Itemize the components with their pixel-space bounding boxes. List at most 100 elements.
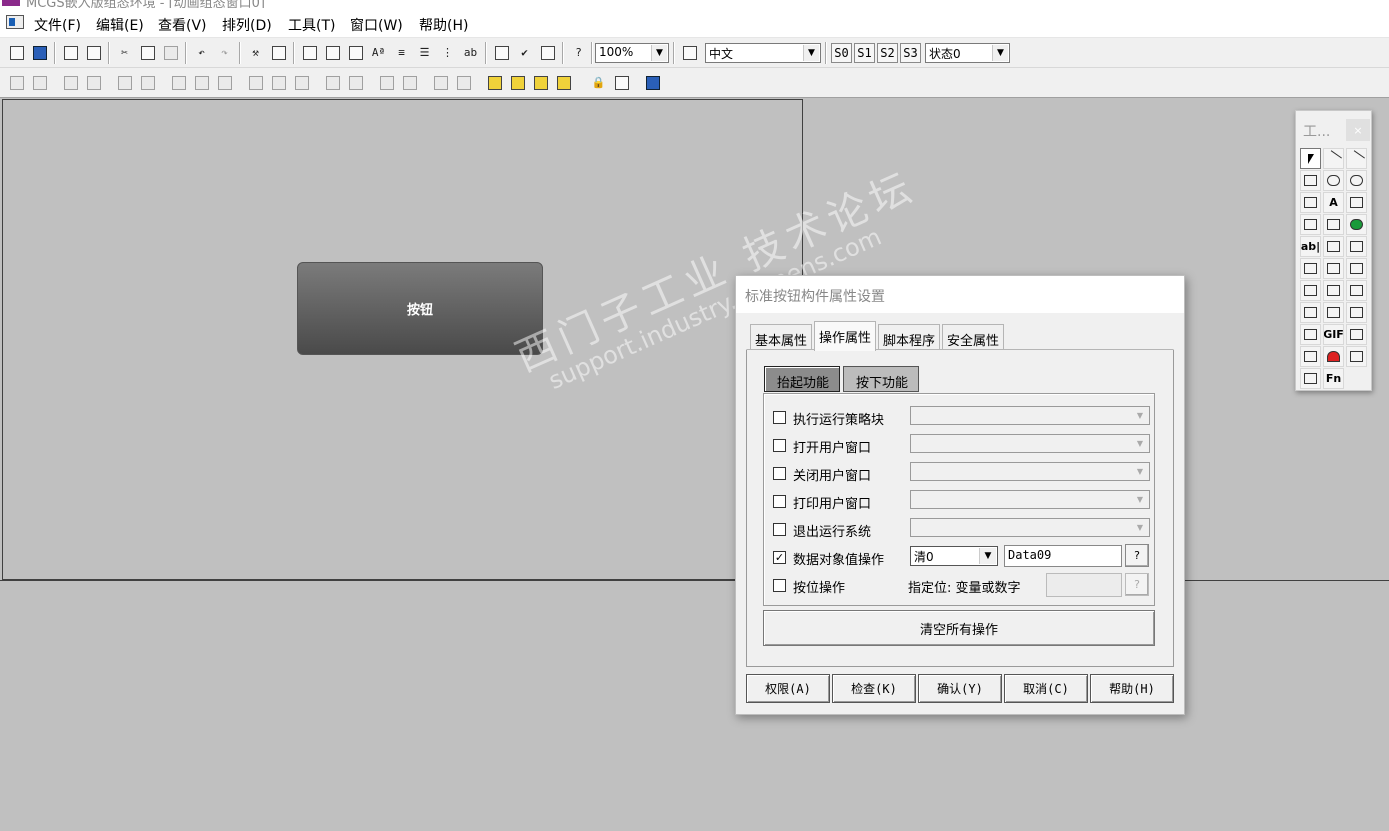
motion-icon[interactable] <box>1323 280 1344 301</box>
bit-target-browse-button[interactable]: ? <box>1125 573 1149 596</box>
data-object-browse-button[interactable]: ? <box>1125 544 1149 567</box>
animated-button-icon[interactable] <box>1346 236 1367 257</box>
check-icon[interactable]: ✔ <box>514 42 535 63</box>
chevron-down-icon[interactable]: ▼ <box>803 45 819 61</box>
spread-icon[interactable] <box>291 72 312 93</box>
rounded-rectangle-icon[interactable] <box>1323 170 1344 191</box>
alarm-view-icon[interactable] <box>1346 346 1367 367</box>
state-s0-button[interactable]: S0 <box>831 43 852 63</box>
checkbox-open-window[interactable] <box>773 439 786 452</box>
close-window-select[interactable]: ▼ <box>910 462 1150 481</box>
line-width-icon[interactable]: ☰ <box>414 42 435 63</box>
paste-icon[interactable] <box>160 42 181 63</box>
grid-arrange-icon[interactable] <box>642 72 663 93</box>
recipe-icon[interactable] <box>1300 368 1321 389</box>
copy-icon[interactable] <box>137 42 158 63</box>
data-object-input[interactable]: Data09 <box>1004 545 1122 567</box>
design-canvas[interactable]: 按钮 <box>2 99 803 580</box>
subtab-press-function[interactable]: 按下功能 <box>843 366 920 392</box>
function-icon[interactable]: Fn <box>1323 368 1344 389</box>
report-icon[interactable] <box>1300 324 1321 345</box>
align-left-icon[interactable] <box>6 72 27 93</box>
realtime-curve-icon[interactable] <box>1300 302 1321 323</box>
center-vertical-icon[interactable] <box>114 72 135 93</box>
input-box-icon[interactable]: ab| <box>1300 236 1321 257</box>
label-icon[interactable]: A <box>1323 192 1344 213</box>
rectangle-icon[interactable] <box>1300 170 1321 191</box>
data-operation-select[interactable]: 清0 ▼ <box>910 546 998 566</box>
group-icon[interactable] <box>430 72 451 93</box>
valve-icon[interactable] <box>1346 258 1367 279</box>
send-back-icon[interactable] <box>507 72 528 93</box>
same-size-icon[interactable] <box>168 72 189 93</box>
rotate-icon[interactable] <box>345 72 366 93</box>
bring-forward-icon[interactable] <box>530 72 551 93</box>
mirror-right-icon[interactable] <box>399 72 420 93</box>
checkbox-bit-op[interactable] <box>773 579 786 592</box>
permission-button[interactable]: 权限(A) <box>746 674 830 703</box>
menu-edit[interactable]: 编辑(E) <box>96 15 144 35</box>
checkbox-run-strategy[interactable] <box>773 411 786 424</box>
canvas-standard-button[interactable]: 按钮 <box>297 262 543 355</box>
group-icon[interactable] <box>1346 302 1367 323</box>
flow-block-icon[interactable] <box>1300 214 1321 235</box>
check-button[interactable]: 检查(K) <box>832 674 916 703</box>
help-button[interactable]: 帮助(H) <box>1090 674 1174 703</box>
menu-tools[interactable]: 工具(T) <box>288 15 335 35</box>
workspace-icon[interactable] <box>268 42 289 63</box>
checkbox-close-window[interactable] <box>773 467 786 480</box>
pointer-icon[interactable] <box>1300 148 1321 169</box>
open-window-select[interactable]: ▼ <box>910 434 1150 453</box>
text-style-icon[interactable]: ab <box>460 42 481 63</box>
standard-button-icon[interactable] <box>1323 236 1344 257</box>
state-s3-button[interactable]: S3 <box>900 43 921 63</box>
document-window-icon[interactable] <box>6 15 24 29</box>
flow-pipe-icon[interactable] <box>1323 214 1344 235</box>
help-icon[interactable]: ? <box>568 42 589 63</box>
font-color-icon[interactable] <box>345 42 366 63</box>
arc-icon[interactable] <box>1346 148 1367 169</box>
redo-icon[interactable]: ↷ <box>214 42 235 63</box>
new-window-icon[interactable] <box>6 42 27 63</box>
grid-icon[interactable]: ⋮ <box>437 42 458 63</box>
sort-icon[interactable] <box>537 42 558 63</box>
print-icon[interactable] <box>60 42 81 63</box>
color-fill-icon[interactable] <box>299 42 320 63</box>
language-icon[interactable] <box>679 42 700 63</box>
tab-security-properties[interactable]: 安全属性 <box>942 324 1005 350</box>
fill-object-icon[interactable] <box>611 72 632 93</box>
ungroup-icon[interactable] <box>453 72 474 93</box>
chevron-down-icon[interactable]: ▼ <box>651 45 667 61</box>
same-width-icon[interactable] <box>214 72 235 93</box>
state-s2-button[interactable]: S2 <box>877 43 898 63</box>
alarm-light-icon[interactable] <box>1323 346 1344 367</box>
pipe-corner-icon[interactable] <box>1300 258 1321 279</box>
picture-icon[interactable] <box>1346 324 1367 345</box>
confirm-button[interactable]: 确认(Y) <box>918 674 1002 703</box>
space-equal-icon[interactable] <box>245 72 266 93</box>
properties-icon[interactable] <box>491 42 512 63</box>
align-right-icon[interactable] <box>29 72 50 93</box>
qr-code-icon[interactable] <box>1300 346 1321 367</box>
state-s1-button[interactable]: S1 <box>854 43 875 63</box>
zoom-select[interactable]: 100% ▼ <box>595 43 669 63</box>
menu-window[interactable]: 窗口(W) <box>350 15 403 35</box>
same-height-icon[interactable] <box>191 72 212 93</box>
line-icon[interactable] <box>1323 148 1344 169</box>
undo-icon[interactable]: ↶ <box>191 42 212 63</box>
tab-basic-properties[interactable]: 基本属性 <box>750 324 813 350</box>
line-style-icon[interactable]: ≡ <box>391 42 412 63</box>
gif-icon[interactable]: GIF <box>1323 324 1344 345</box>
trend-chart-icon[interactable] <box>1346 280 1367 301</box>
checkbox-data-object-op[interactable]: ✓ <box>773 551 786 564</box>
subtab-release-function[interactable]: 抬起功能 <box>764 366 841 392</box>
menu-view[interactable]: 查看(V) <box>158 15 207 35</box>
tools-icon[interactable]: ⚒ <box>245 42 266 63</box>
language-select[interactable]: 中文 ▼ <box>705 43 821 63</box>
center-horizontal-icon[interactable] <box>137 72 158 93</box>
flow-line-icon[interactable] <box>1323 258 1344 279</box>
align-bottom-icon[interactable] <box>83 72 104 93</box>
run-strategy-select[interactable]: ▼ <box>910 406 1150 425</box>
send-backward-icon[interactable] <box>553 72 574 93</box>
menu-file[interactable]: 文件(F) <box>34 15 81 35</box>
